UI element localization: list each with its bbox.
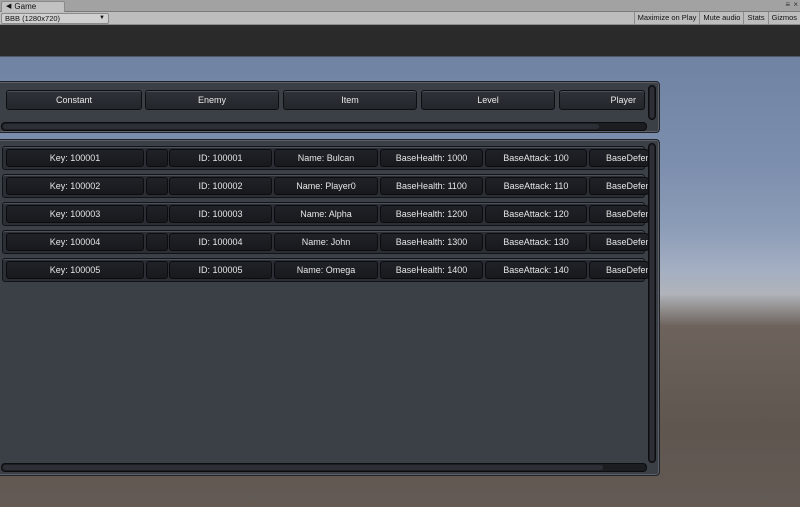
id-cell[interactable]: ID: 100005 (169, 261, 272, 279)
chevron-down-icon: ▼ (99, 15, 105, 21)
blank-cell[interactable] (146, 233, 168, 251)
base-defense-cell[interactable]: BaseDefen (589, 177, 649, 195)
category-enemy-button[interactable]: Enemy (145, 90, 279, 110)
mute-audio-button[interactable]: Mute audio (699, 12, 743, 24)
tab-game-label: Game (14, 2, 37, 11)
gizmos-button[interactable]: Gizmos (767, 12, 800, 24)
name-cell[interactable]: Name: John (274, 233, 378, 251)
blank-cell[interactable] (146, 261, 168, 279)
key-cell[interactable]: Key: 100003 (6, 205, 144, 223)
key-cell[interactable]: Key: 100005 (6, 261, 144, 279)
id-cell[interactable]: ID: 100004 (169, 233, 272, 251)
close-icon[interactable]: × (793, 0, 798, 10)
data-row-2: Key: 100002 ID: 100002 Name: Player0 Bas… (2, 174, 649, 198)
name-cell[interactable]: Name: Player0 (274, 177, 378, 195)
category-vertical-scrollbar[interactable] (648, 85, 656, 120)
name-cell[interactable]: Name: Alpha (274, 205, 378, 223)
base-health-cell[interactable]: BaseHealth: 1200 (380, 205, 483, 223)
blank-cell[interactable] (146, 205, 168, 223)
resolution-dropdown[interactable]: BBB (1280x720) ▼ (1, 13, 109, 24)
base-health-cell[interactable]: BaseHealth: 1400 (380, 261, 483, 279)
base-defense-cell[interactable]: BaseDefen (589, 149, 649, 167)
data-panel: Key: 100001 ID: 100001 Name: Bulcan Base… (0, 139, 660, 476)
window-menu-icon[interactable]: ≡ (785, 0, 790, 10)
blank-cell[interactable] (146, 177, 168, 195)
game-icon: ◀ (6, 3, 12, 10)
data-horizontal-scrollbar[interactable] (1, 463, 647, 472)
id-cell[interactable]: ID: 100002 (169, 177, 272, 195)
category-vertical-scroll-thumb[interactable] (650, 87, 654, 118)
base-attack-cell[interactable]: BaseAttack: 130 (485, 233, 587, 251)
data-row-3: Key: 100003 ID: 100003 Name: Alpha BaseH… (2, 202, 649, 226)
name-cell[interactable]: Name: Bulcan (274, 149, 378, 167)
category-horizontal-scrollbar[interactable] (1, 122, 647, 131)
blank-cell[interactable] (146, 149, 168, 167)
base-health-cell[interactable]: BaseHealth: 1100 (380, 177, 483, 195)
data-vertical-scroll-thumb[interactable] (650, 145, 654, 461)
data-vertical-scrollbar[interactable] (648, 143, 656, 463)
category-level-button[interactable]: Level (421, 90, 555, 110)
base-defense-cell[interactable]: BaseDefen (589, 205, 649, 223)
editor-tab-bar: ◀ Game ≡ × (0, 0, 800, 12)
stats-button[interactable]: Stats (743, 12, 767, 24)
tab-game[interactable]: ◀ Game (1, 1, 65, 12)
data-horizontal-scroll-thumb[interactable] (3, 465, 603, 470)
data-row-4: Key: 100004 ID: 100004 Name: John BaseHe… (2, 230, 649, 254)
maximize-on-play-button[interactable]: Maximize on Play (633, 12, 700, 24)
key-cell[interactable]: Key: 100001 (6, 149, 144, 167)
base-attack-cell[interactable]: BaseAttack: 110 (485, 177, 587, 195)
base-health-cell[interactable]: BaseHealth: 1000 (380, 149, 483, 167)
key-cell[interactable]: Key: 100004 (6, 233, 144, 251)
base-defense-cell[interactable]: BaseDefen (589, 261, 649, 279)
category-constant-button[interactable]: Constant (6, 90, 142, 110)
id-cell[interactable]: ID: 100003 (169, 205, 272, 223)
base-attack-cell[interactable]: BaseAttack: 100 (485, 149, 587, 167)
game-view-toolbar: BBB (1280x720) ▼ Maximize on Play Mute a… (0, 12, 800, 25)
category-item-button[interactable]: Item (283, 90, 417, 110)
name-cell[interactable]: Name: Omega (274, 261, 378, 279)
category-panel: Constant Enemy Item Level Player (0, 81, 660, 133)
key-cell[interactable]: Key: 100002 (6, 177, 144, 195)
base-defense-cell[interactable]: BaseDefen (589, 233, 649, 251)
base-attack-cell[interactable]: BaseAttack: 140 (485, 261, 587, 279)
data-row-1: Key: 100001 ID: 100001 Name: Bulcan Base… (2, 146, 649, 170)
id-cell[interactable]: ID: 100001 (169, 149, 272, 167)
data-row-5: Key: 100005 ID: 100005 Name: Omega BaseH… (2, 258, 649, 282)
category-horizontal-scroll-thumb[interactable] (3, 124, 599, 129)
resolution-value: BBB (1280x720) (5, 14, 61, 23)
category-player-button[interactable]: Player (559, 90, 645, 110)
base-attack-cell[interactable]: BaseAttack: 120 (485, 205, 587, 223)
base-health-cell[interactable]: BaseHealth: 1300 (380, 233, 483, 251)
